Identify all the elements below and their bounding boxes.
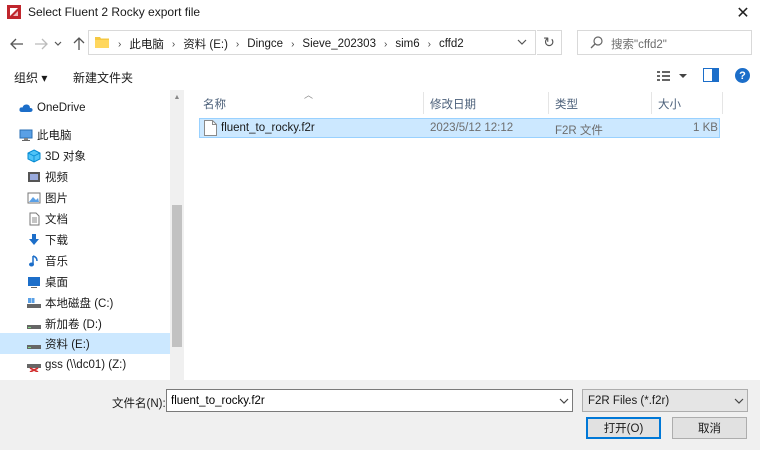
nav-item-this-pc[interactable]: 此电脑 [0, 124, 170, 145]
scroll-up-icon[interactable]: ▲ [170, 91, 184, 103]
nav-item-label: 音乐 [45, 255, 68, 268]
help-icon: ? [739, 69, 746, 82]
view-options-icon[interactable] [656, 68, 690, 84]
organize-button[interactable]: 组织 ▾ [14, 69, 47, 86]
nav-item-drive-z[interactable]: gss (\\dc01) (Z:) [0, 354, 170, 375]
recent-locations-button[interactable] [52, 34, 64, 54]
nav-item-label: 资料 (E:) [45, 338, 90, 351]
app-icon [7, 5, 21, 19]
file-modified: 2023/5/12 12:12 [430, 122, 514, 134]
nav-item-onedrive[interactable]: OneDrive [0, 97, 170, 118]
nav-item-pictures[interactable]: 图片 [0, 187, 170, 208]
chevron-down-icon [54, 41, 62, 46]
filename-label: 文件名(N): [112, 398, 166, 410]
refresh-button[interactable]: ↻ [537, 30, 562, 55]
breadcrumb-item[interactable]: cffd2 [439, 38, 464, 50]
nav-item-drive-c[interactable]: 本地磁盘 (C:) [0, 292, 170, 313]
nav-item-label: 此电脑 [37, 129, 72, 142]
nav-item-drive-d[interactable]: 新加卷 (D:) [0, 313, 170, 334]
nav-item-label: 下载 [45, 234, 68, 247]
nav-item-label: 本地磁盘 (C:) [45, 297, 114, 310]
window-title: Select Fluent 2 Rocky export file [28, 5, 201, 19]
cancel-button[interactable]: 取消 [672, 417, 747, 439]
up-button[interactable] [68, 34, 90, 54]
arrow-left-icon [10, 38, 23, 50]
help-button[interactable]: ? [735, 68, 750, 83]
nav-item-label: gss (\\dc01) (Z:) [45, 358, 127, 371]
picture-icon [27, 192, 41, 203]
chevron-down-icon[interactable] [733, 395, 745, 407]
column-divider[interactable] [722, 92, 723, 114]
arrow-right-icon [35, 38, 48, 50]
close-icon: ✕ [736, 5, 750, 22]
nav-item-label: 视频 [45, 171, 68, 184]
nav-item-drive-e[interactable]: 资料 (E:) [0, 333, 170, 354]
breadcrumb-separator: › [427, 38, 431, 50]
file-type: F2R 文件 [555, 125, 603, 137]
back-button[interactable] [6, 34, 28, 54]
sort-ascending-icon: ︿ [304, 90, 314, 100]
search-placeholder: 搜索"cffd2" [611, 39, 667, 51]
column-divider[interactable] [651, 92, 652, 114]
document-icon [29, 212, 40, 225]
nav-item-label: 新加卷 (D:) [45, 318, 102, 331]
computer-icon [19, 129, 33, 141]
forward-button[interactable] [30, 34, 52, 54]
cube-icon [27, 148, 41, 163]
new-folder-button[interactable]: 新建文件夹 [73, 69, 133, 86]
column-header-modified[interactable]: 修改日期 [430, 96, 476, 112]
column-divider[interactable] [423, 92, 424, 114]
network-drive-icon [27, 363, 41, 372]
column-divider[interactable] [548, 92, 549, 114]
nav-item-label: 3D 对象 [45, 150, 86, 163]
nav-item-downloads[interactable]: 下载 [0, 229, 170, 250]
refresh-icon: ↻ [543, 34, 555, 50]
breadcrumb-item[interactable]: Sieve_202303 [302, 38, 376, 50]
file-name: fluent_to_rocky.f2r [221, 122, 315, 134]
file-type-value: F2R Files (*.f2r) [588, 395, 670, 407]
nav-item-music[interactable]: 音乐 [0, 250, 170, 271]
search-icon [590, 36, 603, 49]
cloud-icon [19, 103, 33, 112]
drive-icon [27, 344, 41, 349]
file-icon [204, 120, 217, 136]
preview-pane-icon[interactable] [703, 68, 719, 82]
close-button[interactable]: ✕ [726, 0, 760, 26]
nav-item-label: 图片 [45, 192, 68, 205]
address-dropdown-icon[interactable] [516, 36, 528, 48]
arrow-up-icon [73, 37, 85, 50]
open-button[interactable]: 打开(O) [586, 417, 661, 439]
nav-item-documents[interactable]: 文档 [0, 208, 170, 229]
nav-item-label: 桌面 [45, 276, 68, 289]
breadcrumb-separator: › [171, 38, 176, 50]
breadcrumb: › 此电脑 › 资料 (E:) › Dingce › Sieve_202303 … [110, 36, 464, 52]
nav-item-label: 文档 [45, 213, 68, 226]
breadcrumb-separator: › [118, 38, 122, 50]
drive-icon [27, 324, 41, 329]
nav-item-desktop[interactable]: 桌面 [0, 271, 170, 292]
nav-scroll-thumb[interactable] [172, 205, 182, 347]
filename-field[interactable] [166, 389, 573, 412]
breadcrumb-separator: › [383, 38, 388, 50]
nav-item-3d-objects[interactable]: 3D 对象 [0, 145, 170, 166]
breadcrumb-separator: › [291, 38, 295, 50]
folder-icon [95, 37, 109, 48]
breadcrumb-item[interactable]: Dingce [247, 38, 283, 50]
download-icon [29, 233, 39, 245]
column-header-type[interactable]: 类型 [555, 96, 578, 112]
breadcrumb-item[interactable]: 此电脑 [129, 36, 164, 52]
chevron-down-icon[interactable] [558, 395, 570, 407]
music-icon [29, 254, 38, 266]
file-size: 1 KB [693, 122, 718, 134]
column-header-size[interactable]: 大小 [658, 96, 681, 112]
breadcrumb-item[interactable]: sim6 [395, 38, 419, 50]
column-header-name[interactable]: 名称 [203, 96, 226, 112]
drive-icon [27, 297, 41, 308]
video-icon [28, 171, 40, 182]
breadcrumb-item[interactable]: 资料 (E:) [183, 36, 228, 52]
nav-item-videos[interactable]: 视频 [0, 166, 170, 187]
nav-item-label: OneDrive [37, 101, 86, 114]
breadcrumb-separator: › [235, 38, 240, 50]
desktop-icon [28, 276, 40, 288]
